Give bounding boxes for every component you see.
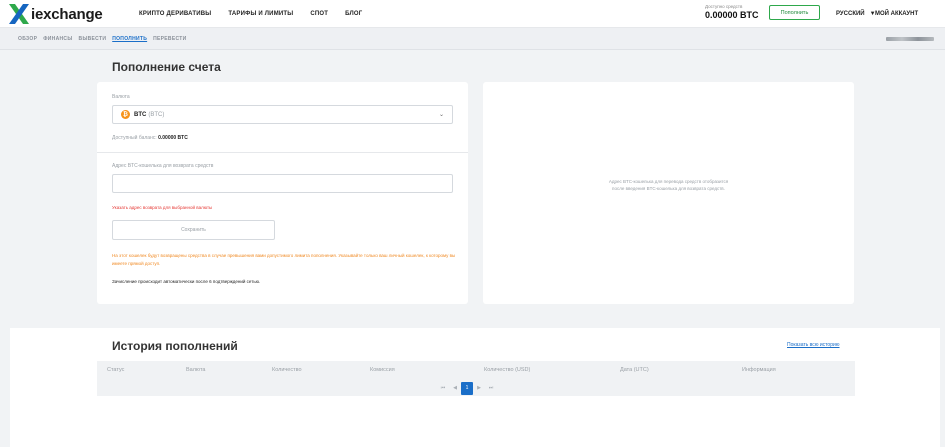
show-all-history-link[interactable]: Показать всю историю (787, 342, 840, 348)
available-balance-value: 0.00000 BTC (158, 135, 188, 141)
logo-x-icon (9, 4, 29, 24)
page-1[interactable]: 1 (461, 381, 473, 395)
pagination: ⏮ ◀ 1 ▶ ⏭ (437, 381, 497, 395)
main-nav: КРИПТО ДЕРИВАТИВЫ ТАРИФЫ И ЛИМИТЫ СПОТ Б… (139, 0, 379, 27)
tab-deposit[interactable]: ПОПОЛНИТЬ (112, 36, 147, 42)
last-page-icon[interactable]: ⏭ (485, 385, 497, 391)
currency-code: BTC (134, 111, 147, 118)
sub-nav: ОБЗОР ФИНАНСЫ ВЫВЕСТИ ПОПОЛНИТЬ ПЕРЕВЕСТ… (0, 28, 945, 50)
page-title: Пополнение счета (112, 60, 221, 74)
language-selector[interactable]: РУССКИЙ ▼ (836, 0, 876, 27)
balance-label: Доступно средств (705, 4, 743, 9)
chevron-down-icon: ⌄ (438, 112, 444, 118)
deposit-address-card: Адрес BTC-кошелька для перевода средств … (483, 82, 854, 304)
column-fee: Комиссия (370, 367, 395, 373)
bitcoin-icon: ₿ (121, 110, 130, 119)
next-page-icon[interactable]: ▶ (473, 385, 485, 391)
column-info: Информация (742, 367, 776, 373)
column-amount: Количество (272, 367, 302, 373)
return-address-label: Адрес BTC-кошелька для возврата средств (112, 163, 214, 169)
header-deposit-button[interactable]: Пополнить (769, 5, 820, 20)
nav-crypto-derivatives[interactable]: КРИПТО ДЕРИВАТИВЫ (139, 11, 211, 17)
deposit-history-section: История пополнений Показать всю историю … (10, 328, 940, 447)
currency-label: Валюта (112, 94, 130, 100)
deposit-form-card: Валюта ₿ BTC (BTC) ⌄ Доступный баланс: 0… (97, 82, 468, 304)
prev-page-icon[interactable]: ◀ (449, 385, 461, 391)
available-balance: Доступный баланс: 0.00000 BTC (112, 135, 188, 141)
currency-sub: (BTC) (148, 111, 165, 118)
balance-value: 0.00000 BTC (705, 10, 759, 20)
nav-blog[interactable]: БЛОГ (345, 11, 362, 17)
currency-select[interactable]: ₿ BTC (BTC) ⌄ (112, 105, 453, 124)
user-id-redacted (886, 37, 934, 41)
tab-withdraw[interactable]: ВЫВЕСТИ (79, 36, 107, 42)
tab-overview[interactable]: ОБЗОР (18, 36, 37, 42)
tab-transfer[interactable]: ПЕРЕВЕСТИ (153, 36, 186, 42)
deposit-address-placeholder: Адрес BTC-кошелька для перевода средств … (608, 179, 729, 191)
save-button[interactable]: Сохранить (112, 220, 275, 240)
column-status: Статус (107, 367, 125, 373)
language-label: РУССКИЙ (836, 10, 865, 17)
divider (97, 152, 468, 153)
history-table: Статус Валюта Количество Комиссия Количе… (97, 361, 855, 396)
column-currency: Валюта (186, 367, 206, 373)
nav-tariffs-limits[interactable]: ТАРИФЫ И ЛИМИТЫ (228, 11, 293, 17)
return-address-input[interactable] (112, 174, 453, 193)
confirmations-note: Зачисление происходит автоматически посл… (112, 279, 261, 284)
return-warning-text: На этот кошелек будут возвращены средств… (112, 253, 456, 266)
address-error-text: Указать адрес возврата для выбранной вал… (112, 205, 213, 210)
history-title: История пополнений (112, 339, 238, 353)
nav-spot[interactable]: СПОТ (310, 11, 328, 17)
balance-widget: Доступно средств 0.00000 BTC (705, 4, 759, 20)
top-bar: iexchange КРИПТО ДЕРИВАТИВЫ ТАРИФЫ И ЛИМ… (0, 0, 945, 28)
account-link[interactable]: МОЙ АККАУНТ (875, 0, 918, 27)
column-amount-usd: Количество (USD) (484, 367, 531, 373)
first-page-icon[interactable]: ⏮ (437, 385, 449, 391)
logo-text: iexchange (31, 5, 103, 23)
logo[interactable]: iexchange (8, 4, 103, 24)
column-date: Дата (UTC) (620, 367, 649, 373)
available-balance-label: Доступный баланс: (112, 135, 157, 141)
tab-finances[interactable]: ФИНАНСЫ (43, 36, 72, 42)
